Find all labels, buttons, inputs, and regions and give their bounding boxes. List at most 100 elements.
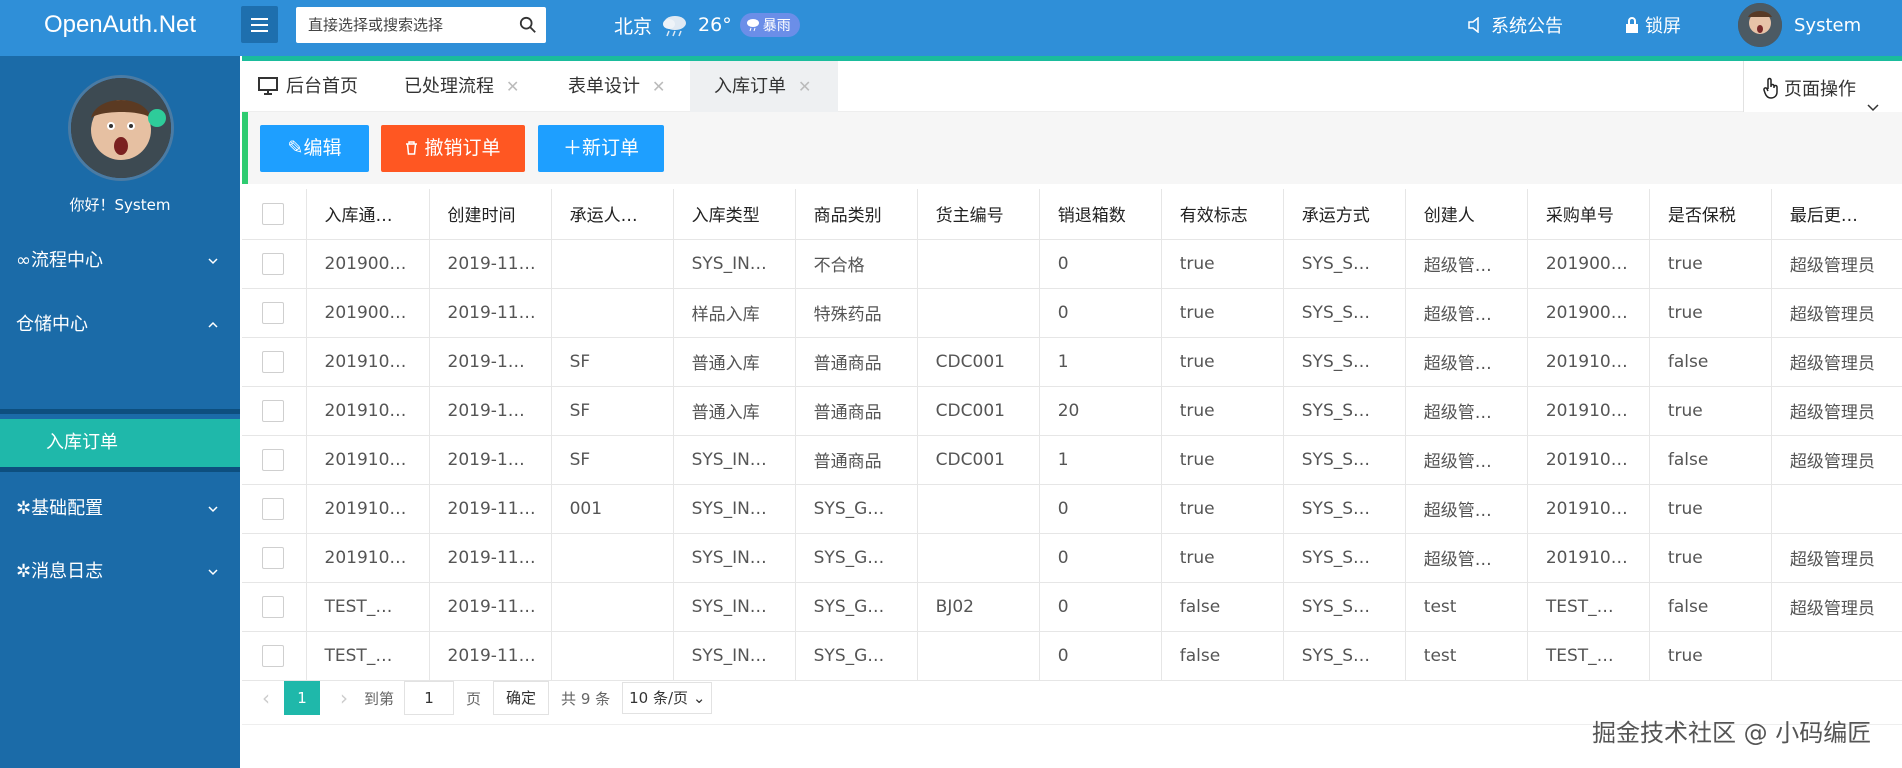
edit-button[interactable]: ✎编辑	[260, 125, 369, 172]
table-cell: false	[1161, 582, 1284, 632]
user-menu[interactable]: System	[1738, 0, 1861, 50]
select-all-checkbox[interactable]	[262, 202, 284, 225]
table-cell: true	[1649, 484, 1772, 534]
page-operations-button[interactable]: 页面操作	[1743, 61, 1902, 119]
close-icon[interactable]: ✕	[652, 77, 665, 96]
weather-badge: 暴雨	[739, 13, 800, 37]
cancel-order-button[interactable]: 撤销订单	[381, 125, 525, 172]
table-row[interactable]: 201910… 2019-1… SF 普通入库 普通商品 CDC001 20 true SYS_…	[242, 386, 1902, 436]
column-header[interactable]: 承运人…	[551, 189, 674, 240]
row-checkbox[interactable]	[262, 252, 284, 275]
goto-page-input[interactable]: 1	[404, 681, 455, 715]
sidebar-item-workflow[interactable]: ∞流程中心	[0, 239, 240, 283]
table-cell: 超级管…	[1405, 386, 1528, 436]
new-order-button[interactable]: ＋新订单	[538, 125, 664, 172]
tab-inbound-orders[interactable]: 入库订单 ✕	[690, 61, 838, 112]
new-order-label: 新订单	[582, 137, 640, 159]
sidebar-item-warehouse[interactable]: 仓储中心	[0, 303, 240, 347]
sidebar-subitem-inbound-orders[interactable]: 入库订单	[0, 419, 240, 467]
table-cell	[551, 239, 674, 289]
row-select-cell	[242, 386, 307, 436]
column-header[interactable]: 入库通…	[306, 189, 430, 240]
table-row[interactable]: TEST_… 2019-11… SYS_IN… SYS_G… BJ02 0 false SYS…	[242, 582, 1902, 632]
announcement-link[interactable]: 系统公告	[1467, 0, 1563, 50]
table-cell	[917, 631, 1040, 681]
table-row[interactable]: 201900… 2019-11… SYS_IN… 不合格 0 true SYS_S… 超级管……	[242, 239, 1902, 289]
table-header-row: 入库通… 创建时间 承运人… 入库类型 商品类别 货主编号 销退箱数 有效标志 …	[242, 189, 1902, 240]
page-size-value: 10 条/页	[629, 689, 689, 707]
infinity-icon: ∞	[16, 250, 31, 271]
monitor-icon	[258, 77, 278, 95]
column-header[interactable]: 销退箱数	[1039, 189, 1162, 240]
page-size-select[interactable]: 10 条/页 ⌄	[622, 682, 713, 714]
goto-label: 到第	[364, 689, 395, 708]
table-cell: 20	[1039, 386, 1162, 436]
column-header[interactable]: 创建人	[1405, 189, 1528, 240]
select-all-cell	[242, 189, 307, 240]
table-row[interactable]: 201910… 2019-11… SYS_IN… SYS_G… 0 true SYS_S… 超…	[242, 533, 1902, 583]
column-header[interactable]: 最后更…	[1771, 189, 1902, 240]
tab-form-design[interactable]: 表单设计 ✕	[568, 61, 665, 112]
table-cell: true	[1649, 239, 1772, 289]
column-header[interactable]: 入库类型	[673, 189, 796, 240]
table-row[interactable]: TEST_… 2019-11… SYS_IN… SYS_G… 0 false SYS_S… t…	[242, 631, 1902, 681]
next-page-icon[interactable]: ›	[340, 686, 348, 710]
page-1-button[interactable]: 1	[284, 681, 320, 715]
row-checkbox[interactable]	[262, 301, 284, 324]
gear-icon: ✲	[16, 498, 32, 519]
table-cell: true	[1649, 631, 1772, 681]
table-cell: true	[1161, 484, 1284, 534]
row-checkbox[interactable]	[262, 399, 284, 422]
row-checkbox[interactable]	[262, 448, 284, 471]
search-input[interactable]	[296, 7, 506, 43]
table-cell: CDC001	[917, 386, 1040, 436]
column-header[interactable]: 有效标志	[1161, 189, 1284, 240]
table-cell: SYS_IN…	[673, 582, 796, 632]
table-cell: TEST_…	[1527, 582, 1650, 632]
table-cell	[551, 533, 674, 583]
tab-processed-workflows[interactable]: 已处理流程 ✕	[404, 61, 519, 112]
weather-badge-label: 暴雨	[762, 18, 791, 34]
table-cell	[917, 484, 1040, 534]
goto-confirm-button[interactable]: 确定	[493, 681, 550, 715]
row-checkbox[interactable]	[262, 350, 284, 373]
table-cell: SYS_G…	[795, 631, 918, 681]
close-icon[interactable]: ✕	[798, 77, 811, 96]
column-header[interactable]: 采购单号	[1527, 189, 1650, 240]
column-header[interactable]: 商品类别	[795, 189, 918, 240]
table-cell: SYS_S…	[1283, 386, 1406, 436]
table-row[interactable]: 201910… 2019-1… SF 普通入库 普通商品 CDC001 1 true SYS_S…	[242, 337, 1902, 387]
tab-home[interactable]: 后台首页	[258, 61, 358, 112]
column-header[interactable]: 创建时间	[429, 189, 552, 240]
table-cell: 201900…	[1527, 239, 1650, 289]
table-cell: 超级管理员	[1771, 435, 1902, 485]
table-row[interactable]: 201910… 2019-11… 001 SYS_IN… SYS_G… 0 true SYS_…	[242, 484, 1902, 534]
row-checkbox[interactable]	[262, 644, 284, 667]
pagination: ‹ 1 › 到第 1 页 确定 共 9 条 10 条/页 ⌄	[242, 680, 713, 716]
close-icon[interactable]: ✕	[506, 77, 519, 96]
search-icon[interactable]	[519, 16, 537, 34]
column-header[interactable]: 货主编号	[917, 189, 1040, 240]
column-header[interactable]: 是否保税	[1649, 189, 1772, 240]
table-row[interactable]: 201910… 2019-1… SF SYS_IN… 普通商品 CDC001 1 true SY…	[242, 435, 1902, 485]
sidebar-item-basic-config[interactable]: ✲基础配置	[0, 487, 240, 531]
app-logo[interactable]: OpenAuth.Net	[0, 0, 240, 56]
column-header[interactable]: 承运方式	[1283, 189, 1406, 240]
sidebar-item-message-log[interactable]: ✲消息日志	[0, 550, 240, 594]
table-cell: SYS_G…	[795, 582, 918, 632]
table-row[interactable]: 201900… 2019-11… 样品入库 特殊药品 0 true SYS_S… 超级管… 20…	[242, 288, 1902, 338]
menu-toggle-button[interactable]	[241, 6, 278, 43]
row-select-cell	[242, 435, 307, 485]
table-cell: 201910…	[1527, 337, 1650, 387]
row-select-cell	[242, 631, 307, 681]
table-cell: 0	[1039, 582, 1162, 632]
table-cell: 001	[551, 484, 674, 534]
table-cell: SYS_IN…	[673, 239, 796, 289]
table-cell: 201910…	[306, 484, 430, 534]
lock-screen-link[interactable]: 锁屏	[1625, 0, 1681, 50]
prev-page-icon[interactable]: ‹	[262, 686, 270, 710]
row-checkbox[interactable]	[262, 595, 284, 618]
row-checkbox[interactable]	[262, 497, 284, 520]
table-cell: 0	[1039, 239, 1162, 289]
row-checkbox[interactable]	[262, 546, 284, 569]
